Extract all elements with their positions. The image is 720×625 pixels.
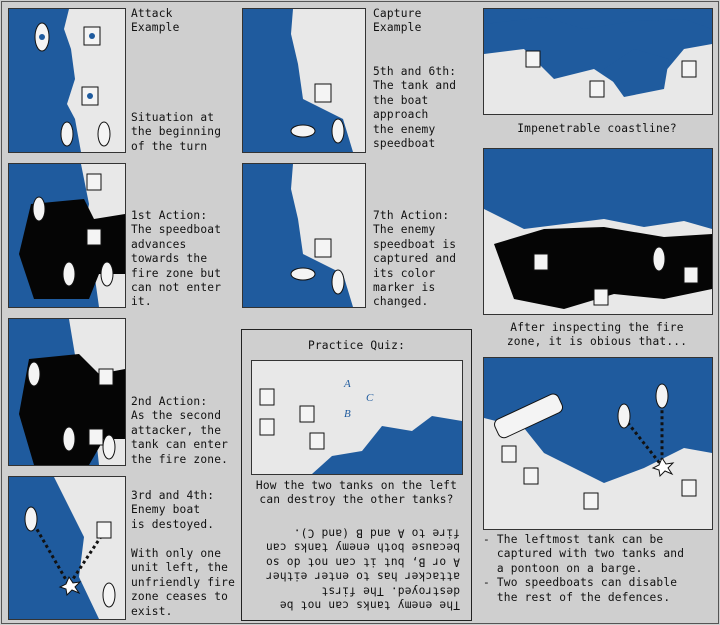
unit-tank: [501, 445, 517, 463]
unit-tank: [681, 479, 697, 497]
map-action-3-4: [8, 476, 126, 620]
unit-tank: [81, 86, 99, 106]
attack-title: Attack Example: [131, 7, 180, 35]
unit-speedboat: [331, 118, 345, 144]
unit-tank: [299, 405, 315, 423]
action-1-caption: 1st Action: The speedboat advances towar…: [131, 209, 222, 309]
hex-map: [34, 9, 125, 152]
capture-title: Capture Example: [373, 7, 422, 35]
unit-tank: [86, 228, 102, 246]
unit-tank: [96, 521, 112, 539]
unit-tank: [314, 238, 332, 258]
unit-speedboat: [655, 383, 669, 409]
unit-speedboat: [290, 124, 316, 138]
conclusions-caption: - The leftmost tank can be captured with…: [483, 533, 685, 604]
quiz-answer-upside-down: The enemy tanks can not be destroyed. Th…: [265, 526, 460, 612]
map-action-2: [8, 318, 126, 466]
action-2-caption: 2nd Action: As the second attacker, the …: [131, 395, 229, 466]
unit-speedboat: [62, 261, 76, 287]
unit-tank: [683, 266, 699, 284]
unit-tank: [83, 26, 101, 46]
explosion-icon: [58, 575, 82, 597]
quiz-question: How the two tanks on the left can destro…: [255, 479, 458, 507]
unit-speedboat: [27, 361, 41, 387]
unit-speedboat: [617, 403, 631, 429]
unit-tank: [681, 60, 697, 78]
unit-tank: [88, 428, 104, 446]
map-solution: [483, 357, 713, 530]
unit-speedboat: [102, 434, 116, 460]
quiz-title: Practice Quiz:: [307, 339, 406, 352]
unit-tank: [259, 418, 275, 436]
unit-speedboat: [62, 426, 76, 452]
unit-speedboat: [32, 196, 46, 222]
unit-speedboat: [100, 261, 114, 287]
hex-label-b: B: [344, 408, 351, 420]
unit-speedboat: [24, 506, 38, 532]
map-capture-5-6: [242, 8, 366, 153]
unit-tank: [309, 432, 325, 450]
inspect-caption: After inspecting the fire zone, it is ob…: [506, 321, 688, 349]
unit-tank: [583, 492, 599, 510]
unit-tank: [314, 83, 332, 103]
hex-label-a: A: [343, 378, 351, 390]
coastline-caption: Impenetrable coastline?: [517, 122, 677, 135]
map-action-1: [8, 163, 126, 308]
unit-speedboat-captured: [290, 267, 316, 281]
unit-tank: [533, 253, 549, 271]
unit-speedboat: [97, 121, 111, 147]
unit-tank: [525, 50, 541, 68]
unit-speedboat: [60, 121, 74, 147]
unit-speedboat: [652, 246, 666, 272]
unit-speedboat: [102, 582, 116, 608]
pontoon-barge: [494, 393, 564, 439]
unit-tank: [523, 467, 539, 485]
attack-line: [622, 398, 664, 471]
map-capture-7: [242, 163, 366, 308]
unit-speedboat: [34, 22, 50, 52]
unit-tank: [98, 368, 114, 386]
practice-quiz: Practice Quiz: A B C How the two tanks o…: [241, 329, 472, 621]
action-3-4-note: With only one unit left, the unfriendly …: [131, 547, 236, 618]
unit-tank: [86, 173, 102, 191]
map-quiz: A B C: [251, 360, 463, 475]
hex-label-c: C: [366, 392, 374, 404]
map-inspect-fire-zone: [483, 148, 713, 315]
unit-speedboat: [331, 269, 345, 295]
unit-tank: [259, 388, 275, 406]
unit-tank: [589, 80, 605, 98]
action-3-4-caption: 3rd and 4th: Enemy boat is destoyed.: [131, 489, 215, 531]
unit-tank: [593, 288, 609, 306]
capture-7-caption: 7th Action: The enemy speedboat is captu…: [373, 209, 457, 309]
map-coastline: [483, 8, 713, 115]
map-attack-situation: [8, 8, 126, 153]
attack-situation-caption: Situation at the beginning of the turn: [131, 111, 222, 153]
capture-5-6-caption: 5th and 6th: The tank and the boat appro…: [373, 65, 457, 151]
